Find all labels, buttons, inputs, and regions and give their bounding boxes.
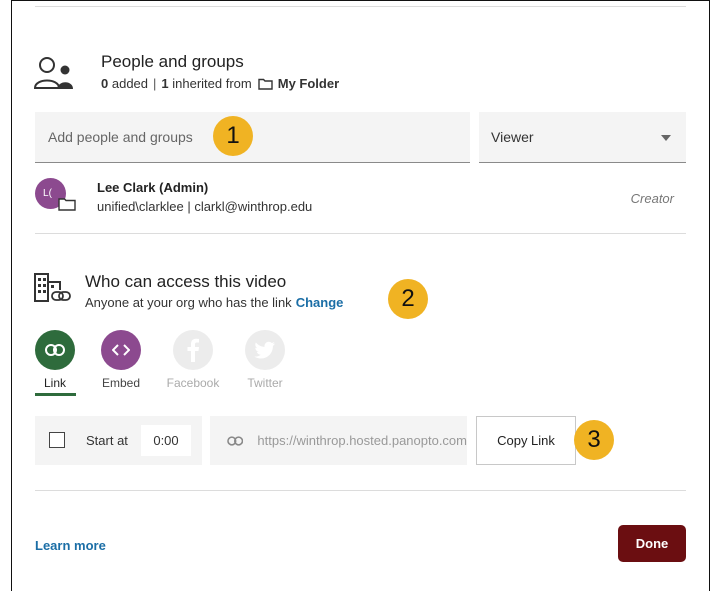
start-at-label: Start at [86, 433, 128, 448]
done-button[interactable]: Done [618, 525, 686, 562]
share-facebook-label: Facebook [166, 376, 220, 390]
callout-badge-3: 3 [574, 420, 614, 460]
link-icon [227, 435, 244, 446]
callout-badge-1: 1 [213, 116, 253, 156]
start-time-input[interactable]: 0:00 [141, 425, 191, 456]
role-select-value: Viewer [491, 129, 534, 145]
added-count: 0 [101, 76, 109, 91]
folder-icon [58, 198, 76, 211]
caret-down-icon [661, 135, 671, 141]
facebook-icon [187, 338, 199, 362]
callout-badge-2: 2 [388, 279, 428, 319]
copy-link-button[interactable]: Copy Link [476, 416, 576, 465]
change-access-link[interactable]: Change [296, 295, 344, 310]
added-label: added [111, 76, 149, 91]
user-role: Creator [630, 191, 674, 206]
active-tab-indicator [35, 393, 76, 396]
divider [35, 6, 686, 7]
people-groups-summary: 0 added | 1 inherited from My Folder [101, 76, 339, 91]
share-embed-label: Embed [101, 376, 141, 390]
share-link-button[interactable] [35, 330, 75, 370]
divider [35, 490, 686, 491]
people-icon [34, 57, 73, 89]
start-at-checkbox[interactable] [49, 432, 65, 448]
share-facebook-button[interactable] [173, 330, 213, 370]
share-link-label: Link [43, 376, 66, 390]
inherited-label: inherited from [172, 76, 252, 91]
role-select[interactable]: Viewer [479, 112, 686, 163]
user-name: Lee Clark (Admin) [97, 180, 209, 195]
share-link-url: https://winthrop.hosted.panopto.com [257, 433, 467, 448]
access-subtitle: Anyone at your org who has the link Chang… [85, 295, 343, 310]
divider [35, 233, 686, 234]
share-twitter-button[interactable] [245, 330, 285, 370]
share-twitter-label: Twitter [247, 376, 283, 390]
access-description: Anyone at your org who has the link [85, 295, 292, 310]
twitter-icon [254, 341, 275, 359]
building-link-icon [34, 273, 71, 302]
share-link-field[interactable]: https://winthrop.hosted.panopto.com [210, 416, 467, 465]
code-icon [112, 344, 130, 356]
inherited-count: 1 [161, 76, 169, 91]
people-groups-title: People and groups [101, 52, 244, 71]
folder-icon [258, 78, 273, 90]
link-icon [45, 344, 65, 356]
share-embed-button[interactable] [101, 330, 141, 370]
user-detail: unified\clarklee | clarkl@winthrop.edu [97, 199, 313, 214]
access-title: Who can access this video [85, 272, 287, 291]
start-at-control: Start at 0:00 [35, 416, 202, 465]
separator: | [153, 76, 157, 91]
learn-more-link[interactable]: Learn more [35, 538, 106, 553]
folder-name: My Folder [277, 76, 340, 91]
